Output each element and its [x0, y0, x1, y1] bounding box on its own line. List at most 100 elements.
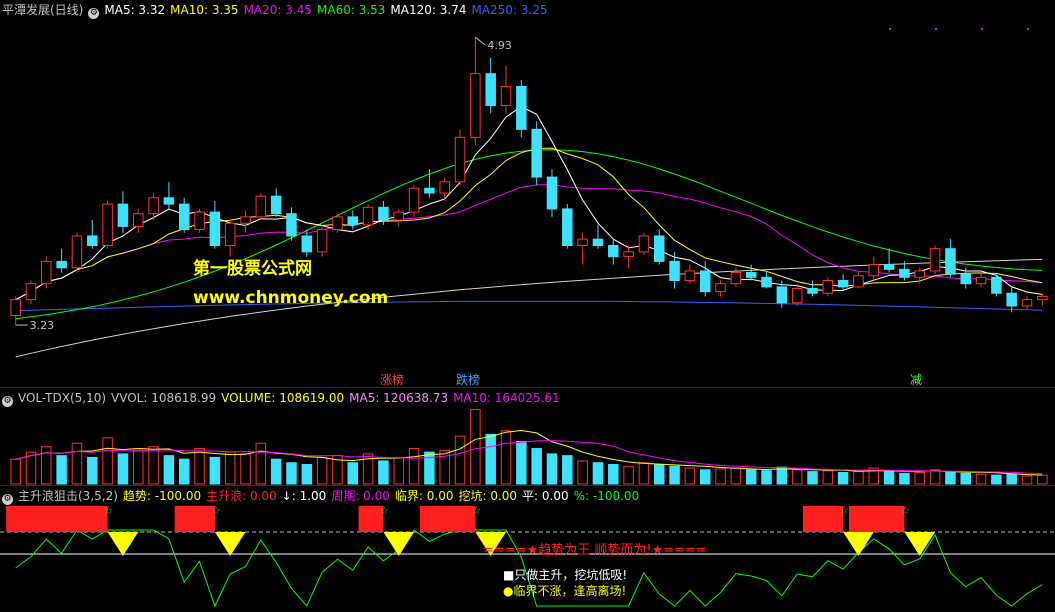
volume-bar — [454, 435, 466, 485]
candle-body — [899, 268, 910, 278]
settings-icon[interactable]: ⚙ — [88, 8, 100, 19]
critical-triangle — [383, 532, 415, 556]
candle-body — [1021, 299, 1033, 307]
volume-bar — [592, 462, 604, 485]
volume-bar — [546, 453, 558, 485]
ind-legend-item: 临界: 0.00 — [394, 489, 454, 503]
volume-bar — [929, 469, 941, 485]
candle-body — [776, 286, 788, 304]
event-jian[interactable]: 减 — [910, 371, 922, 388]
star-icon: ☆ — [471, 504, 481, 517]
volume-bar — [500, 430, 512, 485]
volume-bar — [914, 471, 926, 485]
price-panel[interactable]: 4.93 3.23 平潭发展(日线) ⚙ MA5: 3.32 MA10: 3.35 MA2… — [0, 0, 1055, 388]
vol-legend-item: MA5: 120638.73 — [349, 391, 449, 405]
candle-body — [132, 213, 144, 227]
volume-bar — [684, 467, 696, 485]
ma-legend-item: MA10: 3.35 — [170, 3, 239, 17]
volume-bar — [638, 462, 650, 485]
candle-body — [745, 272, 757, 278]
candle-body — [914, 270, 926, 278]
candle-body — [424, 187, 435, 194]
candle-body — [286, 213, 297, 237]
volume-bar — [531, 448, 542, 485]
ma10-line — [15, 147, 1043, 301]
candle-body — [592, 238, 604, 247]
event-zhangbang[interactable]: 涨榜 — [380, 371, 404, 388]
settings-icon[interactable]: ⚙ — [2, 494, 13, 505]
candle-body — [178, 203, 190, 231]
main-rise-block — [419, 506, 476, 532]
candle-body — [240, 216, 251, 224]
volume-bar — [102, 437, 113, 485]
candle-body — [117, 203, 129, 227]
volume-bar — [577, 460, 588, 485]
settings-icon[interactable]: ⚙ — [2, 396, 13, 407]
volume-bar — [178, 458, 190, 485]
volume-bar — [393, 456, 405, 485]
candle-body — [868, 264, 880, 277]
volume-bar — [991, 474, 1002, 485]
volume-bar — [301, 464, 313, 485]
volume-bar — [623, 465, 634, 485]
volume-bar — [10, 458, 21, 485]
ind-legend-item: 平: 0.00 — [522, 489, 569, 503]
ma-legend: MA5: 3.32 MA10: 3.35 MA20: 3.45 MA60: 3.53 M… — [104, 3, 552, 17]
main-rise-block — [174, 506, 215, 532]
volume-bar — [791, 469, 803, 485]
signal-dot — [981, 28, 984, 30]
candle-body — [684, 270, 696, 282]
candle-body — [623, 251, 634, 258]
ma-legend-item: MA60: 3.53 — [317, 3, 386, 17]
watermark-url: www.chnmoney.com — [193, 288, 389, 308]
candle-body — [393, 211, 405, 221]
ma-legend-item: MA20: 3.45 — [243, 3, 312, 17]
candle-body — [224, 222, 236, 247]
candle-body — [929, 248, 941, 272]
volume-bar — [316, 456, 328, 485]
candle-body — [562, 208, 573, 246]
candle-body — [209, 211, 221, 247]
volume-bar — [117, 453, 129, 485]
ma60-line — [15, 149, 1043, 320]
candle-body — [163, 197, 175, 205]
indicator-legend: 主升浪狙击(3,5,2) 趋势: -100.00 主升浪: 0.00 ↓: 1.00 周… — [18, 489, 644, 503]
volume-bar — [163, 455, 175, 485]
candle-body — [41, 260, 52, 285]
volume-legend: VOL-TDX(5,10) VVOL: 108618.99 VOLUME: 1086… — [18, 391, 565, 405]
stock-title: 平潭发展(日线) — [2, 3, 84, 17]
vol-legend-item: VVOL: 108618.99 — [111, 391, 217, 405]
volume-bar — [270, 458, 282, 485]
candle-body — [332, 216, 343, 231]
event-diebang[interactable]: 跌榜 — [456, 371, 480, 388]
critical-triangle — [843, 532, 874, 556]
indicator-header: ⚙ 主升浪狙击(3,5,2) 趋势: -100.00 主升浪: 0.00 ↓: 1.00… — [2, 488, 649, 505]
candle-body — [1037, 295, 1048, 301]
critical-triangle — [107, 532, 139, 556]
signal-dot — [1027, 28, 1030, 30]
high-label: 4.93 — [487, 39, 512, 52]
watermark-cn: 第一股票公式网 — [193, 259, 312, 279]
volume-header: ⚙ VOL-TDX(5,10) VVOL: 108618.99 VOLUME: 108… — [2, 390, 570, 407]
candle-body — [87, 235, 98, 246]
candle-body — [500, 85, 512, 106]
ind-legend-item: 周期: 0.00 — [331, 489, 390, 503]
volume-bar — [837, 471, 849, 485]
ma-legend-item: MA120: 3.74 — [390, 3, 467, 17]
volume-bar — [240, 453, 251, 485]
volume-panel[interactable]: ⚙ VOL-TDX(5,10) VVOL: 108618.99 VOLUME: 108… — [0, 388, 1055, 486]
candlestick-chart[interactable]: 4.93 3.23 — [0, 0, 1055, 388]
candle-body — [408, 187, 420, 213]
ind-legend-item: ↓: 1.00 — [281, 489, 327, 503]
candle-body — [638, 235, 650, 253]
candle-body — [807, 287, 818, 294]
low-label: 3.23 — [30, 319, 55, 332]
volume-bar — [883, 470, 895, 485]
main-rise-block — [802, 506, 844, 532]
candle-body — [715, 283, 726, 293]
candle-body — [255, 195, 267, 218]
volume-bar — [1006, 473, 1017, 485]
volume-bar — [286, 462, 297, 485]
ind-legend-item: 挖坑: 0.00 — [458, 489, 518, 503]
volume-bar — [745, 469, 757, 485]
